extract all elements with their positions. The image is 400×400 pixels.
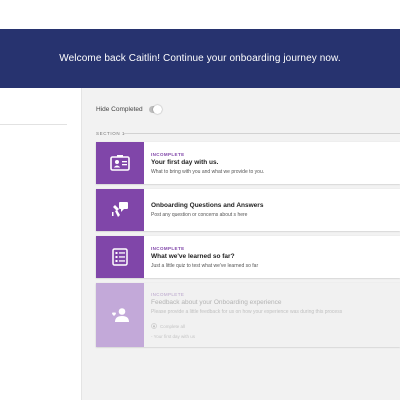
qa-icon [112, 202, 128, 217]
module-card-quiz[interactable]: INCOMPLETE What we've learned so far? Ju… [96, 236, 400, 278]
module-title: Feedback about your Onboarding experienc… [151, 299, 282, 306]
module-icon-box [96, 283, 144, 347]
module-icon-box [96, 142, 144, 184]
feedback-person-icon [112, 308, 129, 322]
module-status: INCOMPLETE [151, 292, 185, 297]
module-description: Please provide a little feedback for us … [151, 309, 343, 315]
module-card-qa[interactable]: Onboarding Questions and Answers Post an… [96, 189, 400, 231]
module-icon-box [96, 189, 144, 231]
welcome-message: Welcome back Caitlin! Continue your onbo… [59, 53, 341, 64]
module-title: What we've learned so far? [151, 252, 235, 260]
module-card-first-day[interactable]: INCOMPLETE Your first day with us. What … [96, 142, 400, 184]
module-requirement: Complete all [151, 323, 342, 329]
module-description: Post any question or concerns about s he… [151, 212, 248, 218]
module-icon-box [96, 236, 144, 278]
left-panel-divider [0, 124, 67, 125]
module-description: What to bring with you and what we provi… [151, 168, 265, 175]
module-status: INCOMPLETE [151, 245, 185, 251]
id-card-icon [110, 155, 130, 171]
toggle-knob [152, 105, 162, 114]
quiz-list-icon [112, 248, 128, 266]
requirement-item: - Your first day with us [151, 334, 196, 339]
requirement-label: Complete all [160, 323, 186, 329]
section-label: SECTION 1 [96, 131, 126, 136]
module-title: Onboarding Questions and Answers [151, 202, 264, 209]
hide-completed-label: Hide Completed [96, 106, 143, 113]
lock-icon [151, 323, 157, 329]
welcome-banner: Welcome back Caitlin! Continue your onbo… [0, 29, 400, 88]
module-card-feedback[interactable]: INCOMPLETE Feedback about your Onboardin… [96, 283, 400, 347]
module-description: Just a little quiz to test what we've le… [151, 262, 259, 269]
modules-panel: Hide Completed SECTION 1 INCOMPLETE Your… [82, 88, 400, 400]
module-status: INCOMPLETE [151, 151, 185, 157]
hide-completed-toggle[interactable] [148, 105, 162, 114]
hide-completed-control: Hide Completed [96, 105, 162, 114]
module-title: Your first day with us. [151, 158, 219, 166]
left-panel [0, 88, 81, 400]
section-divider [124, 133, 400, 134]
